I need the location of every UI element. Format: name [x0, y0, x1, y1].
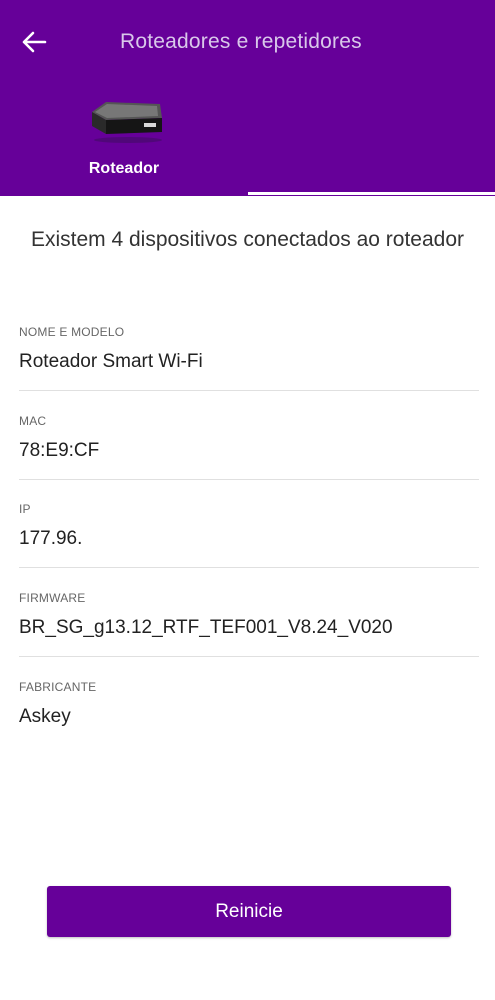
page-title: Roteadores e repetidores [120, 30, 362, 53]
field-value: Askey [19, 706, 71, 727]
divider [19, 479, 479, 480]
tab-roteador[interactable]: Roteador [0, 84, 248, 196]
divider [19, 567, 479, 568]
field-label: NOME E MODELO [19, 325, 125, 339]
field-manufacturer: FABRICANTE Askey [19, 680, 479, 728]
field-value: 177.96. [19, 528, 83, 549]
router-device-image [92, 102, 162, 143]
field-label: FABRICANTE [19, 680, 97, 694]
field-label: MAC [19, 414, 47, 428]
field-value: 78:E9:CF [19, 440, 100, 461]
field-label: FIRMWARE [19, 591, 86, 605]
field-label: IP [19, 502, 31, 516]
app-header: Roteadores e repetidores Roteador [0, 0, 495, 196]
arrow-left-icon [22, 31, 47, 53]
back-button[interactable] [14, 24, 54, 60]
field-value: Roteador Smart Wi-Fi [19, 351, 203, 372]
field-name-model: NOME E MODELO Roteador Smart Wi-Fi [19, 325, 479, 391]
tab-label: Roteador [88, 160, 160, 177]
field-ip: IP 177.96. [19, 502, 479, 568]
divider [19, 390, 479, 391]
field-firmware: FIRMWARE BR_SG_g13.12_RTF_TEF001_V8.24_V… [19, 591, 479, 657]
restart-button[interactable]: Reinicie [47, 886, 451, 937]
field-value: BR_SG_g13.12_RTF_TEF001_V8.24_V020 [19, 617, 393, 638]
connected-devices-summary: Existem 4 dispositivos conectados ao rot… [30, 228, 465, 251]
tab-indicator [248, 192, 495, 195]
field-mac: MAC 78:E9:CF [19, 414, 479, 480]
divider [19, 656, 479, 657]
